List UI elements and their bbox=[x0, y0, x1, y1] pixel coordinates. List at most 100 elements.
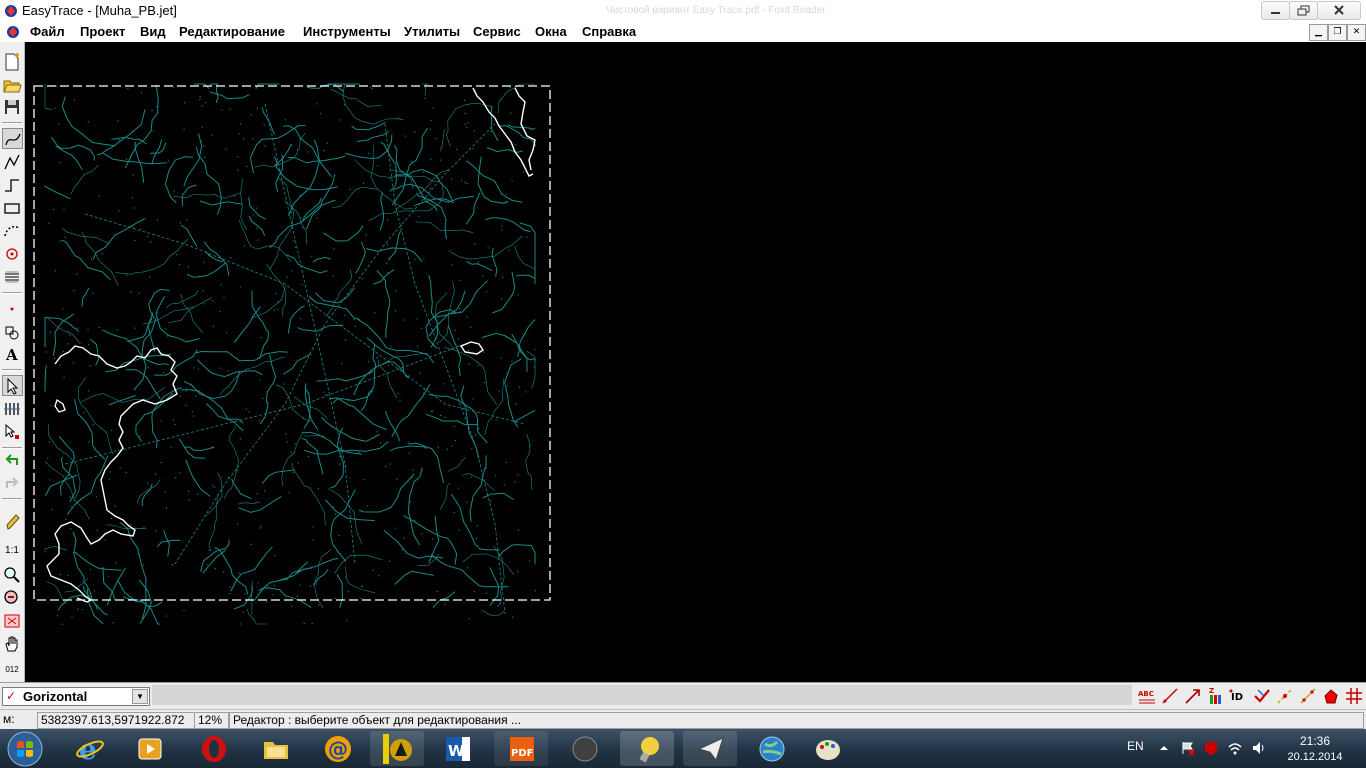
coordinate-tool-button[interactable]: 012 bbox=[2, 665, 22, 674]
zoom-out-button[interactable] bbox=[2, 588, 22, 608]
node-tool-button[interactable] bbox=[2, 299, 22, 319]
map-dot bbox=[501, 225, 503, 227]
taskbar-internet-explorer[interactable]: e bbox=[62, 731, 116, 766]
map-dot bbox=[525, 391, 527, 393]
taskbar-word[interactable]: W bbox=[430, 731, 484, 766]
stream-line bbox=[74, 551, 122, 571]
menu-service[interactable]: Сервис bbox=[473, 24, 521, 39]
grid-button[interactable] bbox=[1344, 686, 1364, 706]
map-dot bbox=[76, 161, 78, 163]
map-dot bbox=[511, 360, 513, 362]
taskbar-file-explorer[interactable] bbox=[248, 731, 302, 766]
open-file-button[interactable] bbox=[2, 75, 22, 95]
stream-line bbox=[391, 127, 428, 206]
dropdown-arrow-icon[interactable]: ▼ bbox=[132, 689, 148, 704]
polygon-fill-button[interactable] bbox=[1321, 686, 1341, 706]
point-tool-button[interactable] bbox=[2, 244, 22, 264]
new-file-button[interactable] bbox=[2, 52, 22, 72]
menu-utilities[interactable]: Утилиты bbox=[404, 24, 460, 39]
map-dot bbox=[188, 490, 190, 492]
clock-time[interactable]: 21:36 bbox=[1280, 734, 1350, 748]
map-dot bbox=[156, 219, 159, 221]
internet-explorer-icon: e bbox=[76, 734, 104, 764]
wifi-signal-icon[interactable] bbox=[1227, 740, 1243, 756]
dashed-line-button[interactable] bbox=[1275, 686, 1295, 706]
rectangle-tool-button[interactable] bbox=[2, 198, 22, 218]
multi-edit-tool-button[interactable] bbox=[2, 399, 22, 419]
document-icon[interactable] bbox=[6, 25, 20, 39]
menu-edit[interactable]: Редактирование bbox=[179, 24, 285, 39]
line-tool-right-button[interactable] bbox=[1160, 686, 1180, 706]
polyline-tool-button[interactable] bbox=[2, 152, 22, 172]
stream-line bbox=[511, 333, 536, 362]
node-edit-tool-button[interactable] bbox=[2, 422, 22, 442]
map-dot bbox=[118, 139, 120, 141]
taskbar-mail-agent[interactable]: @ bbox=[310, 731, 364, 766]
tray-expand-icon[interactable] bbox=[1156, 740, 1172, 756]
keyboard-language[interactable]: EN bbox=[1127, 739, 1144, 753]
menu-file[interactable]: Файл bbox=[30, 24, 65, 39]
mdi-close-button[interactable]: ✕ bbox=[1347, 24, 1366, 41]
orthogonal-line-tool-button[interactable] bbox=[2, 175, 22, 195]
menu-view[interactable]: Вид bbox=[140, 24, 166, 39]
taskbar-paper-plane-app[interactable] bbox=[683, 731, 737, 766]
dotted-arc-tool-button[interactable] bbox=[2, 221, 22, 241]
menu-tools[interactable]: Инструменты bbox=[303, 24, 391, 39]
taskbar-media-player[interactable] bbox=[122, 731, 176, 766]
layer-dropdown[interactable]: ✓ Gorizontal ▼ bbox=[2, 687, 150, 706]
text-attributes-button[interactable]: ABC bbox=[1137, 686, 1157, 706]
map-dot bbox=[70, 506, 72, 508]
map-dot bbox=[485, 467, 487, 469]
taskbar-dark-app[interactable] bbox=[557, 731, 611, 766]
close-button[interactable] bbox=[1317, 1, 1361, 20]
pencil-tool-button[interactable] bbox=[2, 512, 22, 532]
zoom-extent-button[interactable] bbox=[2, 611, 22, 631]
arrow-tool-button[interactable] bbox=[1183, 686, 1203, 706]
curve-tool-button[interactable] bbox=[2, 128, 23, 149]
save-button[interactable] bbox=[2, 97, 22, 117]
node-dots-button[interactable] bbox=[1298, 686, 1318, 706]
map-dot bbox=[203, 303, 205, 305]
check-button[interactable] bbox=[1252, 686, 1272, 706]
scale-1-1-button[interactable]: 1:1 bbox=[2, 545, 22, 556]
map-dot bbox=[404, 184, 406, 186]
mdi-restore-button[interactable]: ❐ bbox=[1328, 24, 1347, 41]
minimize-button[interactable] bbox=[1261, 1, 1290, 20]
map-canvas[interactable] bbox=[25, 44, 1366, 682]
id-button[interactable]: ID bbox=[1229, 686, 1249, 706]
menu-project[interactable]: Проект bbox=[80, 24, 125, 39]
volume-speaker-icon[interactable] bbox=[1251, 740, 1267, 756]
taskbar-foxit-reader[interactable]: PDF bbox=[494, 731, 548, 766]
menu-windows[interactable]: Окна bbox=[535, 24, 567, 39]
taskbar-paint-app[interactable] bbox=[800, 731, 854, 766]
easytrace-app-icon[interactable] bbox=[4, 4, 18, 18]
action-center-flag-icon[interactable] bbox=[1180, 740, 1196, 756]
z-attribute-button[interactable]: Z bbox=[1206, 686, 1226, 706]
pan-tool-button[interactable] bbox=[2, 634, 22, 654]
map-dot bbox=[96, 529, 98, 531]
menu-help[interactable]: Справка bbox=[582, 24, 636, 39]
clock-date[interactable]: 20.12.2014 bbox=[1280, 751, 1350, 763]
hatch-tool-button[interactable] bbox=[2, 267, 22, 287]
map-dot bbox=[470, 326, 472, 328]
security-shield-icon[interactable] bbox=[1203, 740, 1219, 756]
mdi-minimize-button[interactable]: ▁ bbox=[1309, 24, 1328, 41]
symbol-tool-button[interactable] bbox=[2, 322, 22, 342]
start-button[interactable] bbox=[6, 730, 44, 768]
zoom-in-button[interactable] bbox=[2, 565, 22, 585]
select-tool-button[interactable] bbox=[2, 375, 23, 396]
taskbar-opera[interactable] bbox=[186, 731, 240, 766]
taskbar-lightbulb-app[interactable] bbox=[620, 731, 674, 766]
map-dot bbox=[98, 326, 100, 329]
stream-line bbox=[491, 247, 498, 277]
taskbar-globe-app[interactable] bbox=[744, 731, 798, 766]
map-dot bbox=[317, 488, 319, 490]
window-title: EasyTrace - [Muha_PB.jet] bbox=[22, 3, 177, 18]
map-dot bbox=[170, 446, 172, 448]
undo-button[interactable] bbox=[2, 450, 22, 470]
redo-button[interactable] bbox=[2, 473, 22, 493]
map-dot bbox=[519, 386, 521, 388]
restore-button[interactable] bbox=[1289, 1, 1318, 20]
text-tool-button[interactable]: A bbox=[2, 344, 22, 364]
taskbar-easytrace[interactable] bbox=[370, 731, 424, 766]
